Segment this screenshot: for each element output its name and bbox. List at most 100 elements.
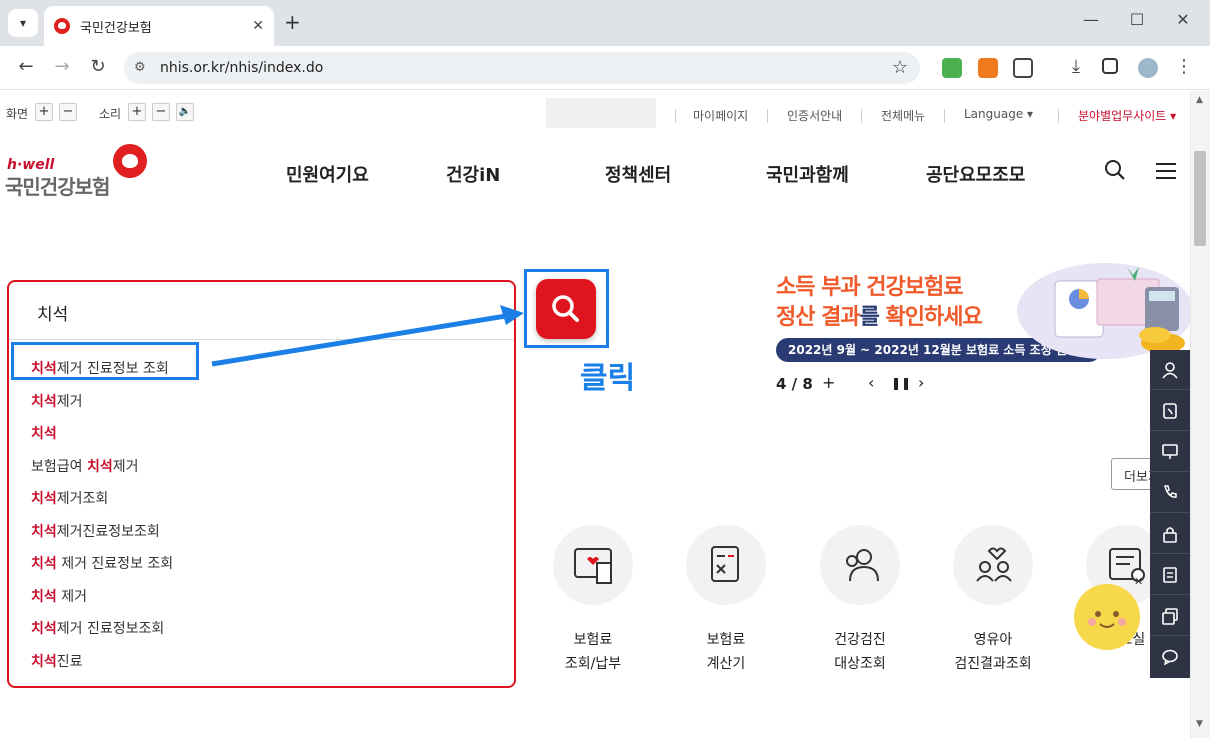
browser-toolbar: ← → ↻ ⚙ nhis.or.kr/nhis/index.do ☆ ⤓ ⋮ <box>0 46 1210 90</box>
banner-pager: 4 / 8 <box>776 375 813 393</box>
annotation-arrow <box>211 305 524 367</box>
service-label-health-checkup[interactable]: 건강검진 대상조회 <box>795 628 925 676</box>
language-dropdown[interactable]: Language ▾ <box>964 107 1033 121</box>
banner-illustration <box>1017 263 1190 359</box>
banner-add-icon[interactable]: + <box>822 373 835 392</box>
suggestion-item[interactable]: 치석제거 <box>31 391 83 411</box>
banner-headline-2[interactable]: 정산 결과를 확인하세요 <box>776 299 983 331</box>
mascot-close-icon[interactable]: ✕ <box>1134 575 1143 588</box>
divider <box>944 109 945 123</box>
side-chat-icon[interactable] <box>1150 637 1190 677</box>
utility-bar: 화면 + − 소리 + − 🔈 마이페이지 인증서안내 전체메뉴 Languag… <box>0 98 1190 128</box>
suggestion-item[interactable]: 치석제거 진료정보 조회 <box>31 358 169 378</box>
site-info-icon[interactable]: ⚙ <box>134 60 146 75</box>
sound-up-button[interactable]: + <box>128 103 146 121</box>
side-quick-menu <box>1150 350 1190 678</box>
hamburger-menu-icon[interactable] <box>1156 163 1176 179</box>
suggestion-item[interactable]: 치석 <box>31 423 57 443</box>
extensions-puzzle-icon[interactable] <box>1013 58 1033 78</box>
reload-button[interactable]: ↻ <box>86 56 110 77</box>
profile-avatar[interactable] <box>1138 58 1158 78</box>
extension-green-icon[interactable] <box>942 58 962 78</box>
business-sites-dropdown[interactable]: 분야별업무사이트 ▾ <box>1078 107 1176 124</box>
chatbot-mascot[interactable] <box>1074 584 1140 650</box>
suggestion-item[interactable]: 치석제거조회 <box>31 488 108 508</box>
side-lock-icon[interactable] <box>1150 514 1190 554</box>
service-label-premium-calculator[interactable]: 보험료 계산기 <box>661 628 791 676</box>
health-checkup-icon[interactable] <box>820 525 900 605</box>
side-copy-icon[interactable] <box>1150 596 1190 636</box>
suggestion-item[interactable]: 치석 제거 <box>31 586 87 606</box>
side-phone-icon[interactable] <box>1150 473 1190 513</box>
bookmark-star-icon[interactable]: ☆ <box>892 57 908 78</box>
maximize-button[interactable]: ☐ <box>1122 10 1152 29</box>
nhis-favicon-icon <box>54 18 70 34</box>
sound-label: 소리 <box>99 107 122 121</box>
banner-prev-icon[interactable]: ‹ <box>868 373 874 392</box>
side-monitor-icon[interactable] <box>1150 432 1190 472</box>
speaker-icon[interactable]: 🔈 <box>176 103 194 121</box>
placeholder-box <box>546 98 656 128</box>
all-menu-link[interactable]: 전체메뉴 <box>881 107 925 124</box>
screen-zoom-label: 화면 <box>6 107 29 121</box>
logo-heart-icon[interactable] <box>113 144 147 178</box>
side-document-icon[interactable] <box>1150 555 1190 595</box>
gnb-agency-info[interactable]: 공단요모조모 <box>926 161 1025 187</box>
page-scrollbar[interactable]: ▲ ▼ <box>1190 91 1210 738</box>
scroll-down-icon[interactable]: ▼ <box>1196 719 1203 729</box>
mypage-link[interactable]: 마이페이지 <box>693 107 748 124</box>
new-tab-button[interactable]: + <box>284 10 301 34</box>
suggestion-item[interactable]: 치석제거 진료정보조회 <box>31 618 164 638</box>
gnb-civil-service[interactable]: 민원여기요 <box>286 161 369 187</box>
download-icon[interactable]: ⤓ <box>1064 56 1088 77</box>
service-label-infant-checkup[interactable]: 영유아 검진결과조회 <box>928 628 1058 676</box>
gnb-health-in[interactable]: 건강iN <box>446 161 500 187</box>
url-text: nhis.or.kr/nhis/index.do <box>160 60 324 76</box>
tab-title: 국민건강보험 <box>80 20 152 36</box>
search-input[interactable]: 치석 <box>37 300 68 325</box>
premium-calculator-icon[interactable] <box>686 525 766 605</box>
scroll-up-icon[interactable]: ▲ <box>1196 95 1203 105</box>
header-search-icon[interactable] <box>1104 159 1126 181</box>
side-user-icon[interactable] <box>1150 350 1190 390</box>
browser-tab[interactable]: 국민건강보험 ✕ <box>44 6 274 46</box>
banner-headline-1[interactable]: 소득 부과 건강보험료 <box>776 269 963 301</box>
suggestion-item[interactable]: 치석제거진료정보조회 <box>31 521 160 541</box>
extension-orange-icon[interactable] <box>978 58 998 78</box>
minimize-button[interactable]: — <box>1076 10 1106 29</box>
close-window-button[interactable]: ✕ <box>1168 10 1198 29</box>
page-content: 화면 + − 소리 + − 🔈 마이페이지 인증서안내 전체메뉴 Languag… <box>0 91 1190 738</box>
certificate-guide-link[interactable]: 인증서안내 <box>787 107 842 124</box>
gnb-with-people[interactable]: 국민과함께 <box>766 161 849 187</box>
browser-menu-icon[interactable]: ⋮ <box>1172 56 1196 77</box>
gnb-policy-center[interactable]: 정책센터 <box>605 161 671 187</box>
screen-zoom-in-button[interactable]: + <box>35 103 53 121</box>
divider <box>1058 109 1059 123</box>
forward-button[interactable]: → <box>50 56 74 77</box>
browser-tabbar: ▾ 국민건강보험 ✕ + — ☐ ✕ <box>0 0 1210 46</box>
divider <box>675 109 676 123</box>
divider <box>767 109 768 123</box>
back-button[interactable]: ← <box>14 56 38 77</box>
banner-pause-icon[interactable]: ❚❚ <box>891 376 911 390</box>
divider <box>861 109 862 123</box>
banner-next-icon[interactable]: › <box>918 373 924 392</box>
tab-close-icon[interactable]: ✕ <box>252 18 264 34</box>
search-submit-button[interactable] <box>536 279 596 339</box>
sound-down-button[interactable]: − <box>152 103 170 121</box>
infant-checkup-icon[interactable] <box>953 525 1033 605</box>
suggestion-item[interactable]: 치석 제거 진료정보 조회 <box>31 553 173 573</box>
service-label-premium-payment[interactable]: 보험료 조회/납부 <box>528 628 658 676</box>
logo-text[interactable]: 국민건강보험 <box>5 171 110 200</box>
click-annotation-label: 클릭 <box>580 361 636 396</box>
scroll-thumb[interactable] <box>1194 151 1206 246</box>
address-bar[interactable]: ⚙ nhis.or.kr/nhis/index.do ☆ <box>124 52 920 84</box>
tab-search-button[interactable]: ▾ <box>8 9 38 37</box>
screen-zoom-out-button[interactable]: − <box>59 103 77 121</box>
side-panel-icon[interactable] <box>1102 58 1118 74</box>
side-contact-icon[interactable] <box>1150 391 1190 431</box>
suggestion-item[interactable]: 치석진료 <box>31 651 83 671</box>
magnifier-icon <box>552 295 579 322</box>
suggestion-item[interactable]: 보험급여 치석제거 <box>31 456 139 476</box>
premium-payment-icon[interactable] <box>553 525 633 605</box>
